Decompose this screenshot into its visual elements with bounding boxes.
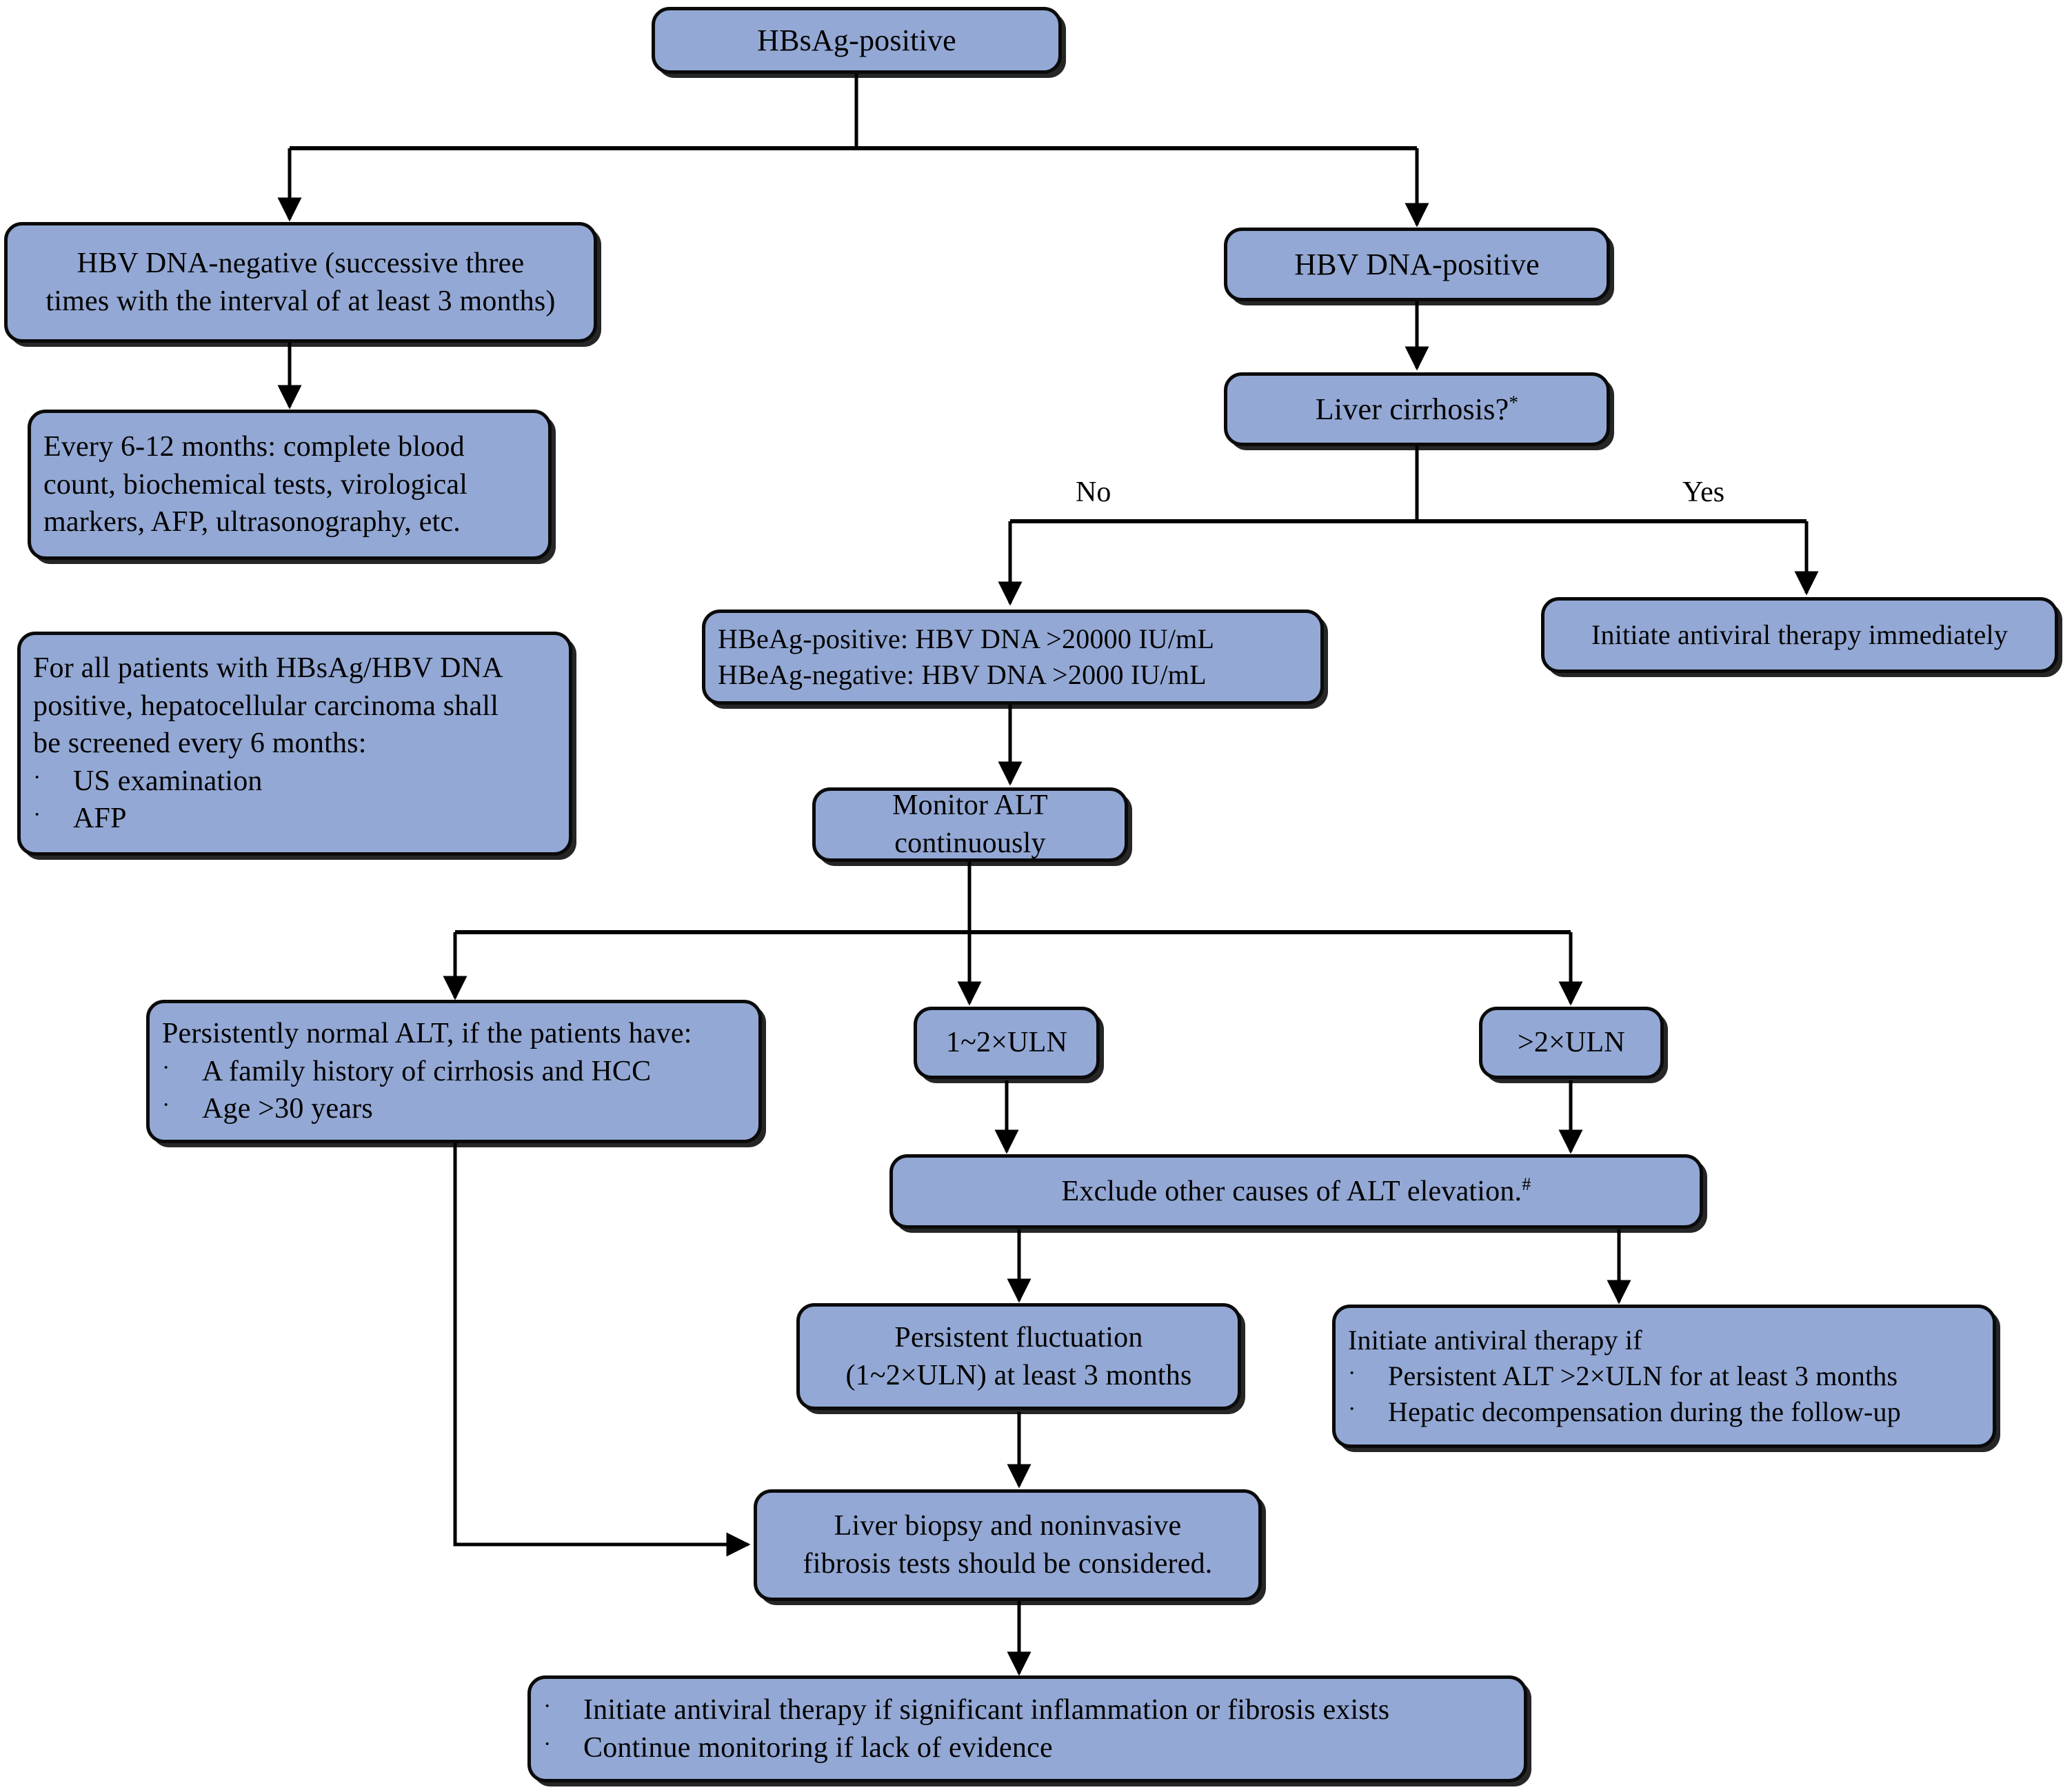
edge-label-yes: Yes — [1682, 476, 1725, 508]
node-liver-cirrhosis-text: Liver cirrhosis? — [1315, 392, 1509, 426]
node-final-outcome-bullet-2: · Continue monitoring if lack of evidenc… — [543, 1729, 1511, 1767]
edge-label-no: No — [1076, 476, 1111, 508]
node-exclude-other-causes-footnote-marker: # — [1522, 1174, 1531, 1194]
node-periodic-monitoring-line3: markers, AFP, ultrasonography, etc. — [43, 506, 461, 538]
node-persistent-fluctuation-label: Persistent fluctuation (1~2×ULN) at leas… — [800, 1319, 1238, 1394]
node-monitor-alt-label: Monitor ALT continuously — [892, 789, 1048, 859]
node-initiate-antiviral-conditions-line1: Initiate antiviral therapy if — [1348, 1325, 1642, 1356]
node-persistently-normal-bullet-2: · Age >30 years — [162, 1090, 746, 1128]
node-exclude-other-causes-label: Exclude other causes of ALT elevation.# — [893, 1173, 1700, 1211]
node-alt-1-2x-uln-label: 1~2×ULN — [945, 1027, 1068, 1059]
node-final-outcome-bullet-1-text: Initiate antiviral therapy if significan… — [583, 1693, 1390, 1726]
node-exclude-other-causes[interactable]: Exclude other causes of ALT elevation.# — [889, 1154, 1703, 1229]
node-hbeag-thresholds[interactable]: HBeAg-positive: HBV DNA >20000 IU/mL HBe… — [702, 610, 1324, 705]
node-final-outcome-bullet-2-text: Continue monitoring if lack of evidence — [583, 1731, 1053, 1764]
bullet-icon: · — [33, 802, 41, 828]
node-liver-biopsy-line1: Liver biopsy and noninvasive — [834, 1510, 1182, 1542]
node-hcc-screening-line2: positive, hepatocellular carcinoma shall — [33, 689, 499, 722]
node-hbeag-line1: HBeAg-positive: HBV DNA >20000 IU/mL — [718, 623, 1215, 654]
node-persistently-normal-line1: Persistently normal ALT, if the patients… — [162, 1018, 692, 1050]
node-periodic-monitoring-line1: Every 6-12 months: complete blood — [43, 431, 465, 463]
node-persistent-fluctuation-line1: Persistent fluctuation — [894, 1321, 1143, 1353]
node-hcc-screening-line1: For all patients with HBsAg/HBV DNA — [33, 652, 503, 685]
node-final-outcome-label: · Initiate antiviral therapy if signific… — [531, 1691, 1524, 1766]
node-initiate-antiviral-bullet-2: · Hepatic decompensation during the foll… — [1348, 1394, 1980, 1430]
node-hbv-dna-negative[interactable]: HBV DNA-negative (successive three times… — [4, 222, 597, 343]
node-hcc-screening-line3: be screened every 6 months: — [33, 727, 367, 760]
node-hbv-dna-negative-label: HBV DNA-negative (successive three times… — [8, 245, 594, 320]
node-liver-cirrhosis-decision[interactable]: Liver cirrhosis?* — [1224, 372, 1610, 446]
node-periodic-monitoring-label: Every 6-12 months: complete blood count,… — [31, 428, 548, 541]
node-liver-biopsy-line2: fibrosis tests should be considered. — [803, 1548, 1213, 1580]
node-persistently-normal-bullet-2-text: Age >30 years — [202, 1093, 373, 1125]
node-hcc-screening-bullet-1-text: US examination — [73, 765, 263, 797]
bullet-icon: · — [1348, 1396, 1356, 1422]
node-initiate-antiviral-bullet-2-text: Hepatic decompensation during the follow… — [1388, 1396, 1901, 1427]
node-alt-1-2x-uln[interactable]: 1~2×ULN — [914, 1007, 1100, 1079]
node-hbv-dna-negative-line2: times with the interval of at least 3 mo… — [46, 285, 556, 317]
node-hbsag-positive-label: HBsAg-positive — [757, 23, 956, 57]
node-exclude-other-causes-text: Exclude other causes of ALT elevation. — [1061, 1175, 1522, 1207]
bullet-icon: · — [1348, 1360, 1356, 1386]
node-initiate-antiviral-conditions-label: Initiate antiviral therapy if · Persiste… — [1336, 1322, 1993, 1430]
node-hcc-screening-bullet-2: · AFP — [33, 800, 556, 838]
node-initiate-antiviral-bullet-1: · Persistent ALT >2×ULN for at least 3 m… — [1348, 1358, 1980, 1394]
bullet-icon: · — [543, 1693, 552, 1719]
node-hbsag-positive[interactable]: HBsAg-positive — [652, 7, 1062, 74]
node-persistently-normal-alt[interactable]: Persistently normal ALT, if the patients… — [146, 1000, 762, 1143]
node-hcc-screening-bullet-1: · US examination — [33, 763, 556, 801]
node-hbv-dna-negative-line1: HBV DNA-negative (successive three — [77, 247, 525, 279]
node-persistently-normal-bullet-1-text: A family history of cirrhosis and HCC — [202, 1055, 652, 1087]
node-final-outcome[interactable]: · Initiate antiviral therapy if signific… — [527, 1675, 1527, 1782]
node-persistent-fluctuation-line2: (1~2×ULN) at least 3 months — [845, 1359, 1192, 1391]
bullet-icon: · — [33, 764, 41, 790]
node-hbeag-thresholds-label: HBeAg-positive: HBV DNA >20000 IU/mL HBe… — [705, 621, 1320, 693]
bullet-icon: · — [543, 1731, 552, 1757]
node-hbv-dna-positive[interactable]: HBV DNA-positive — [1224, 228, 1610, 301]
node-monitor-alt[interactable]: Monitor ALT continuously — [812, 787, 1128, 862]
node-persistently-normal-alt-label: Persistently normal ALT, if the patients… — [150, 1015, 758, 1128]
bullet-icon: · — [162, 1054, 170, 1080]
node-liver-cirrhosis-label: Liver cirrhosis?* — [1227, 390, 1607, 429]
node-liver-cirrhosis-footnote-marker: * — [1509, 392, 1519, 413]
node-persistent-fluctuation[interactable]: Persistent fluctuation (1~2×ULN) at leas… — [796, 1303, 1241, 1410]
node-alt-gt-2x-uln[interactable]: >2×ULN — [1479, 1007, 1664, 1079]
node-liver-biopsy-label: Liver biopsy and noninvasive fibrosis te… — [757, 1507, 1258, 1582]
node-alt-gt-2x-uln-label: >2×ULN — [1518, 1027, 1625, 1059]
node-initiate-antiviral-immediately[interactable]: Initiate antiviral therapy immediately — [1541, 597, 2058, 673]
bullet-icon: · — [162, 1092, 170, 1118]
node-hbv-dna-positive-label: HBV DNA-positive — [1294, 247, 1540, 281]
node-hbeag-line2: HBeAg-negative: HBV DNA >2000 IU/mL — [718, 659, 1207, 690]
node-persistently-normal-bullet-1: · A family history of cirrhosis and HCC — [162, 1053, 746, 1091]
node-hcc-screening-note[interactable]: For all patients with HBsAg/HBV DNA posi… — [17, 632, 572, 856]
flowchart-canvas: HBsAg-positive HBV DNA-negative (success… — [0, 0, 2063, 1792]
node-periodic-monitoring-line2: count, biochemical tests, virological — [43, 468, 468, 501]
node-initiate-antiviral-immediately-label: Initiate antiviral therapy immediately — [1591, 619, 2009, 650]
node-initiate-antiviral-bullet-1-text: Persistent ALT >2×ULN for at least 3 mon… — [1388, 1360, 1898, 1391]
node-final-outcome-bullet-1: · Initiate antiviral therapy if signific… — [543, 1691, 1511, 1729]
node-hcc-screening-bullet-2-text: AFP — [73, 803, 127, 835]
node-periodic-monitoring[interactable]: Every 6-12 months: complete blood count,… — [28, 410, 552, 560]
node-initiate-antiviral-conditions[interactable]: Initiate antiviral therapy if · Persiste… — [1332, 1305, 1996, 1448]
node-hcc-screening-note-label: For all patients with HBsAg/HBV DNA posi… — [21, 650, 569, 838]
node-liver-biopsy[interactable]: Liver biopsy and noninvasive fibrosis te… — [754, 1489, 1262, 1601]
